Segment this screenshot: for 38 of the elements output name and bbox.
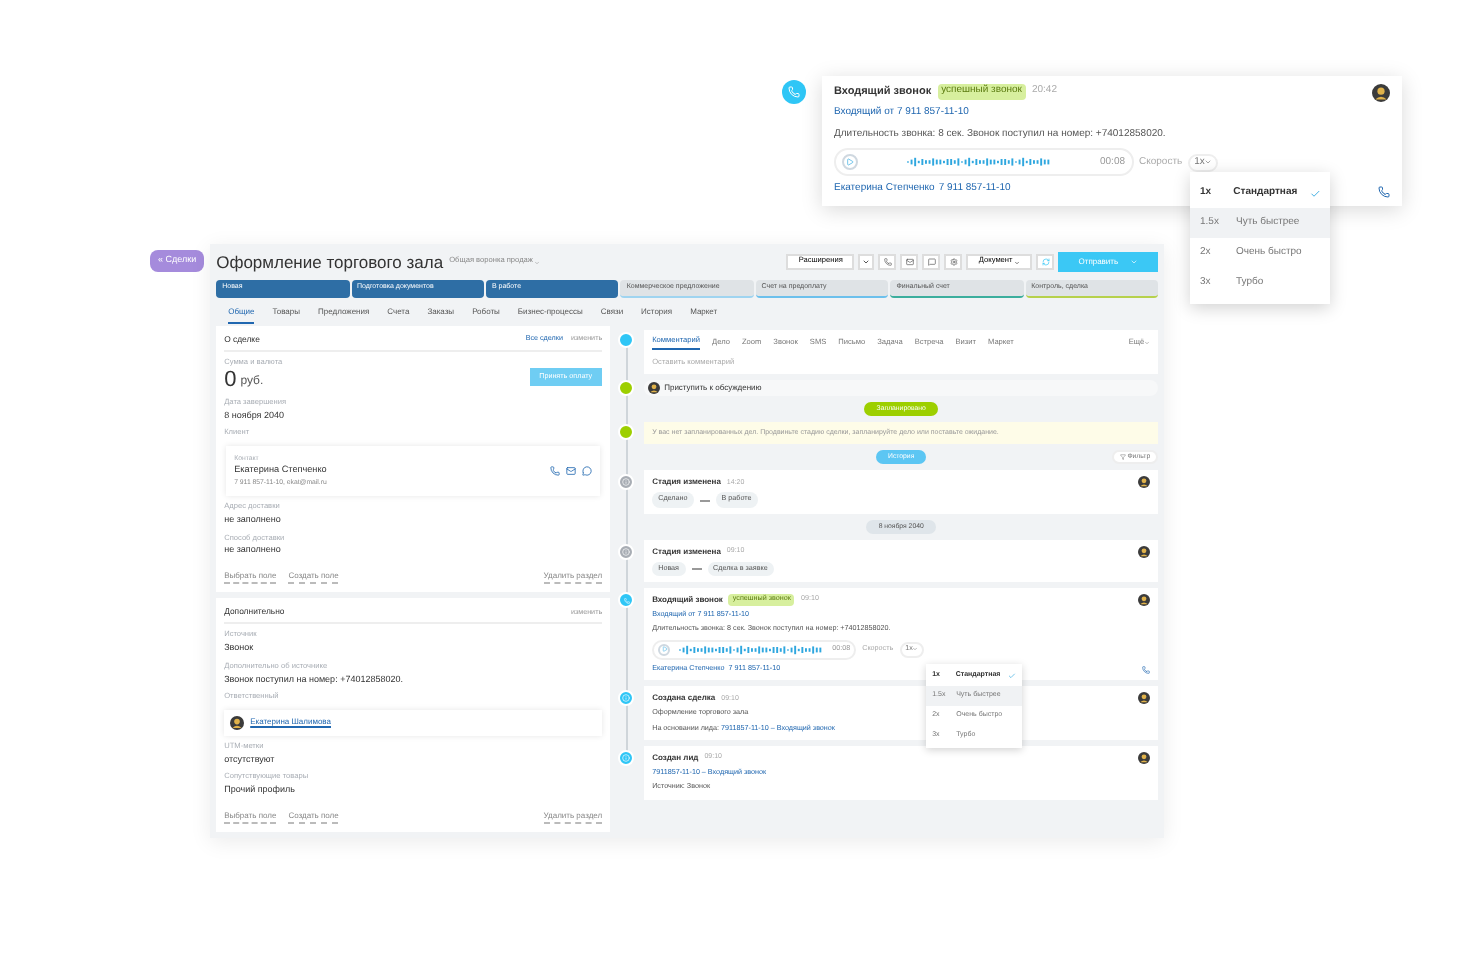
phone-button[interactable] (878, 254, 897, 270)
avatar-icon (1138, 545, 1151, 558)
avatar-icon (648, 381, 661, 394)
deal-title: Оформление торгового зала (216, 249, 444, 275)
avatar-icon (1138, 594, 1151, 607)
settings-icon (949, 258, 958, 266)
play-button[interactable] (842, 154, 858, 171)
info-icon (618, 543, 635, 560)
phone-icon[interactable] (1378, 185, 1390, 198)
check-icon (1309, 187, 1320, 199)
chat-icon[interactable] (582, 466, 593, 477)
play-icon (846, 158, 854, 167)
refresh-icon (1041, 258, 1050, 266)
phone-icon (782, 80, 806, 104)
sync-button[interactable] (1036, 254, 1055, 270)
info-icon (618, 750, 635, 766)
check-icon (1008, 672, 1017, 681)
avatar-icon (1138, 752, 1151, 764)
chat-icon (927, 258, 936, 266)
dropdown-button[interactable] (858, 254, 875, 270)
settings-button[interactable] (944, 254, 963, 270)
phone-icon[interactable] (1142, 666, 1151, 675)
info-icon (618, 690, 635, 707)
mail-icon[interactable] (566, 466, 577, 477)
avatar-icon (1138, 476, 1151, 489)
phone-icon (618, 592, 635, 609)
play-icon (661, 646, 668, 653)
phone-icon[interactable] (550, 466, 561, 477)
mail-button[interactable] (900, 254, 919, 270)
filter-icon (1119, 454, 1126, 461)
chat-button[interactable] (922, 254, 941, 270)
amount: 0 (224, 369, 237, 392)
phone-icon (883, 258, 892, 266)
avatar-icon (1372, 84, 1390, 102)
mail-icon (905, 258, 914, 266)
info-icon (618, 474, 635, 491)
play-button[interactable] (658, 643, 671, 656)
avatar-icon (230, 715, 245, 730)
